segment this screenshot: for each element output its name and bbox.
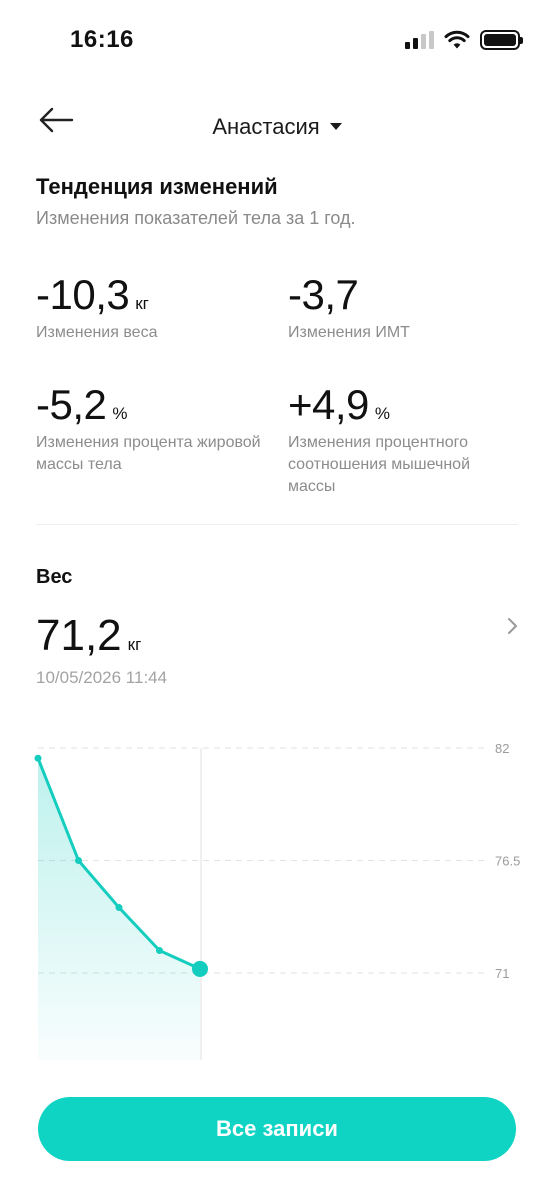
weight-chart[interactable]: 82 76.5 71: [0, 720, 554, 1080]
weight-unit: кг: [127, 635, 142, 654]
wifi-icon: [444, 30, 470, 49]
metric-value: +4,9: [288, 381, 369, 428]
chart-point: [34, 754, 42, 762]
chart-point: [75, 857, 82, 864]
weight-value: 71,2: [36, 611, 122, 660]
divider: [36, 524, 518, 525]
metric-bmi-change: -3,7 Изменения ИМТ: [288, 272, 528, 344]
weight-current[interactable]: 71,2 кг: [36, 612, 141, 669]
status-time: 16:16: [70, 26, 134, 53]
metric-label: Изменения ИМТ: [288, 324, 410, 341]
signal-icon: [405, 31, 434, 49]
metric-value: -10,3: [36, 271, 130, 318]
metric-muscle-change: +4,9% Изменения процентного соотношения …: [288, 382, 518, 498]
metric-fat-change: -5,2% Изменения процента жировой массы т…: [36, 382, 276, 476]
chart-selected-point[interactable]: [192, 960, 208, 977]
chart-y-tick-label: 71: [495, 966, 509, 981]
chart-y-tick-label: 76.5: [495, 854, 520, 869]
trend-subtitle: Изменения показателей тела за 1 год.: [36, 208, 356, 228]
weight-date: 10/05/2026 11:44: [36, 668, 168, 687]
metric-label: Изменения процента жировой массы тела: [36, 434, 261, 473]
metric-unit: кг: [135, 294, 149, 313]
metric-unit: %: [374, 404, 391, 423]
top-nav: Анастасия: [0, 96, 554, 160]
status-icons: [405, 30, 523, 50]
user-selector[interactable]: Анастасия: [0, 114, 554, 140]
user-name: Анастасия: [212, 114, 320, 139]
caret-down-icon: [329, 122, 342, 130]
all-records-button[interactable]: Все записи: [38, 1097, 516, 1161]
battery-icon: [480, 30, 523, 50]
chart-point: [115, 904, 123, 912]
weight-title: Вес: [36, 566, 73, 588]
metric-label: Изменения веса: [36, 324, 158, 341]
chart-point: [156, 947, 163, 954]
metric-value: -3,7: [288, 271, 359, 318]
status-bar: 16:16: [0, 0, 554, 84]
metric-label: Изменения процентного соотношения мышечн…: [288, 434, 471, 495]
chevron-right-icon[interactable]: [502, 614, 522, 638]
metric-unit: %: [112, 404, 128, 423]
metric-value: -5,2: [36, 381, 107, 428]
metric-weight-change: -10,3 кг Изменения веса: [36, 272, 276, 344]
trend-title: Тенденция изменений: [36, 174, 278, 199]
chart-y-tick-label: 82: [495, 741, 509, 756]
